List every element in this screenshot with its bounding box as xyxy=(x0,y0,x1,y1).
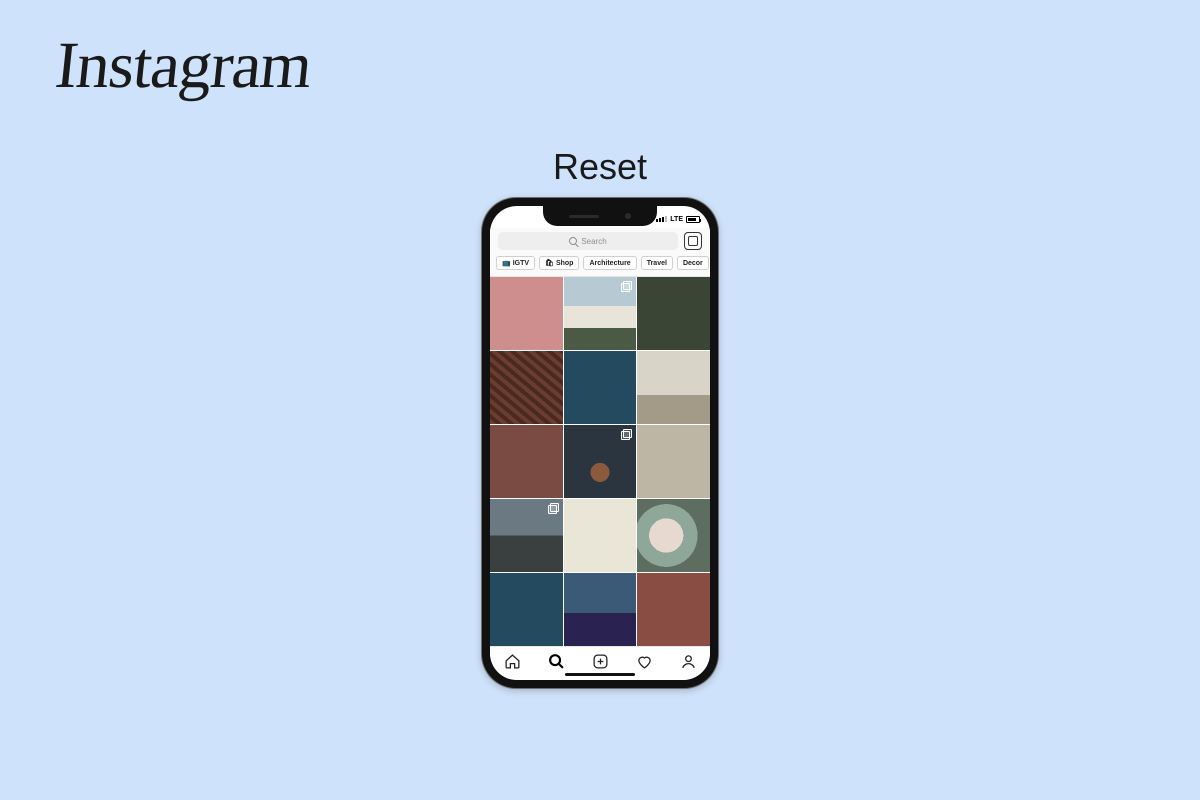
battery-icon xyxy=(686,216,700,223)
explore-tile[interactable] xyxy=(564,573,637,646)
bag-icon: 🛍 xyxy=(545,259,554,267)
chip-shop[interactable]: 🛍Shop xyxy=(539,256,579,270)
carousel-icon xyxy=(622,429,632,439)
carousel-icon xyxy=(622,281,632,291)
scan-button[interactable] xyxy=(684,232,702,250)
explore-tile[interactable] xyxy=(564,351,637,424)
explore-tile[interactable] xyxy=(637,425,710,498)
explore-tile[interactable] xyxy=(490,425,563,498)
explore-tile[interactable] xyxy=(490,351,563,424)
chip-decor[interactable]: Decor xyxy=(677,256,709,270)
home-indicator xyxy=(565,673,635,676)
chip-travel[interactable]: Travel xyxy=(641,256,673,270)
signal-icon xyxy=(656,216,667,222)
search-input[interactable]: Search xyxy=(498,232,678,250)
explore-tile[interactable] xyxy=(490,573,563,646)
tab-profile[interactable] xyxy=(678,652,698,672)
explore-tile[interactable] xyxy=(637,277,710,350)
category-chips: 📺IGTV 🛍Shop Architecture Travel Decor xyxy=(490,256,710,277)
page-title: Reset xyxy=(553,146,647,188)
search-placeholder: Search xyxy=(581,237,606,246)
phone-screen: LTE Search 📺IGTV 🛍Shop Architecture Travel D… xyxy=(490,206,710,680)
chip-label: Travel xyxy=(647,260,667,267)
explore-tile[interactable] xyxy=(564,499,637,572)
carrier-label: LTE xyxy=(670,216,683,223)
search-row: Search xyxy=(490,228,710,256)
explore-tile[interactable] xyxy=(637,351,710,424)
explore-tile[interactable] xyxy=(490,499,563,572)
search-icon xyxy=(569,237,577,245)
phone-notch xyxy=(543,206,657,226)
instagram-logo: Instagram xyxy=(52,28,315,104)
carousel-icon xyxy=(549,503,559,513)
tab-activity[interactable] xyxy=(634,652,654,672)
chip-igtv[interactable]: 📺IGTV xyxy=(496,256,535,270)
chip-label: IGTV xyxy=(513,260,529,267)
explore-grid xyxy=(490,277,710,646)
chip-label: Shop xyxy=(556,260,574,267)
tv-icon: 📺 xyxy=(502,259,511,267)
explore-tile[interactable] xyxy=(564,277,637,350)
chip-label: Architecture xyxy=(589,260,630,267)
explore-tile[interactable] xyxy=(564,425,637,498)
tab-search[interactable] xyxy=(546,652,566,672)
phone-frame: LTE Search 📺IGTV 🛍Shop Architecture Travel D… xyxy=(482,198,718,688)
explore-tile[interactable] xyxy=(490,277,563,350)
tab-home[interactable] xyxy=(502,652,522,672)
explore-tile[interactable] xyxy=(637,573,710,646)
chip-label: Decor xyxy=(683,260,703,267)
tab-add[interactable] xyxy=(590,652,610,672)
chip-architecture[interactable]: Architecture xyxy=(583,256,636,270)
explore-tile[interactable] xyxy=(637,499,710,572)
